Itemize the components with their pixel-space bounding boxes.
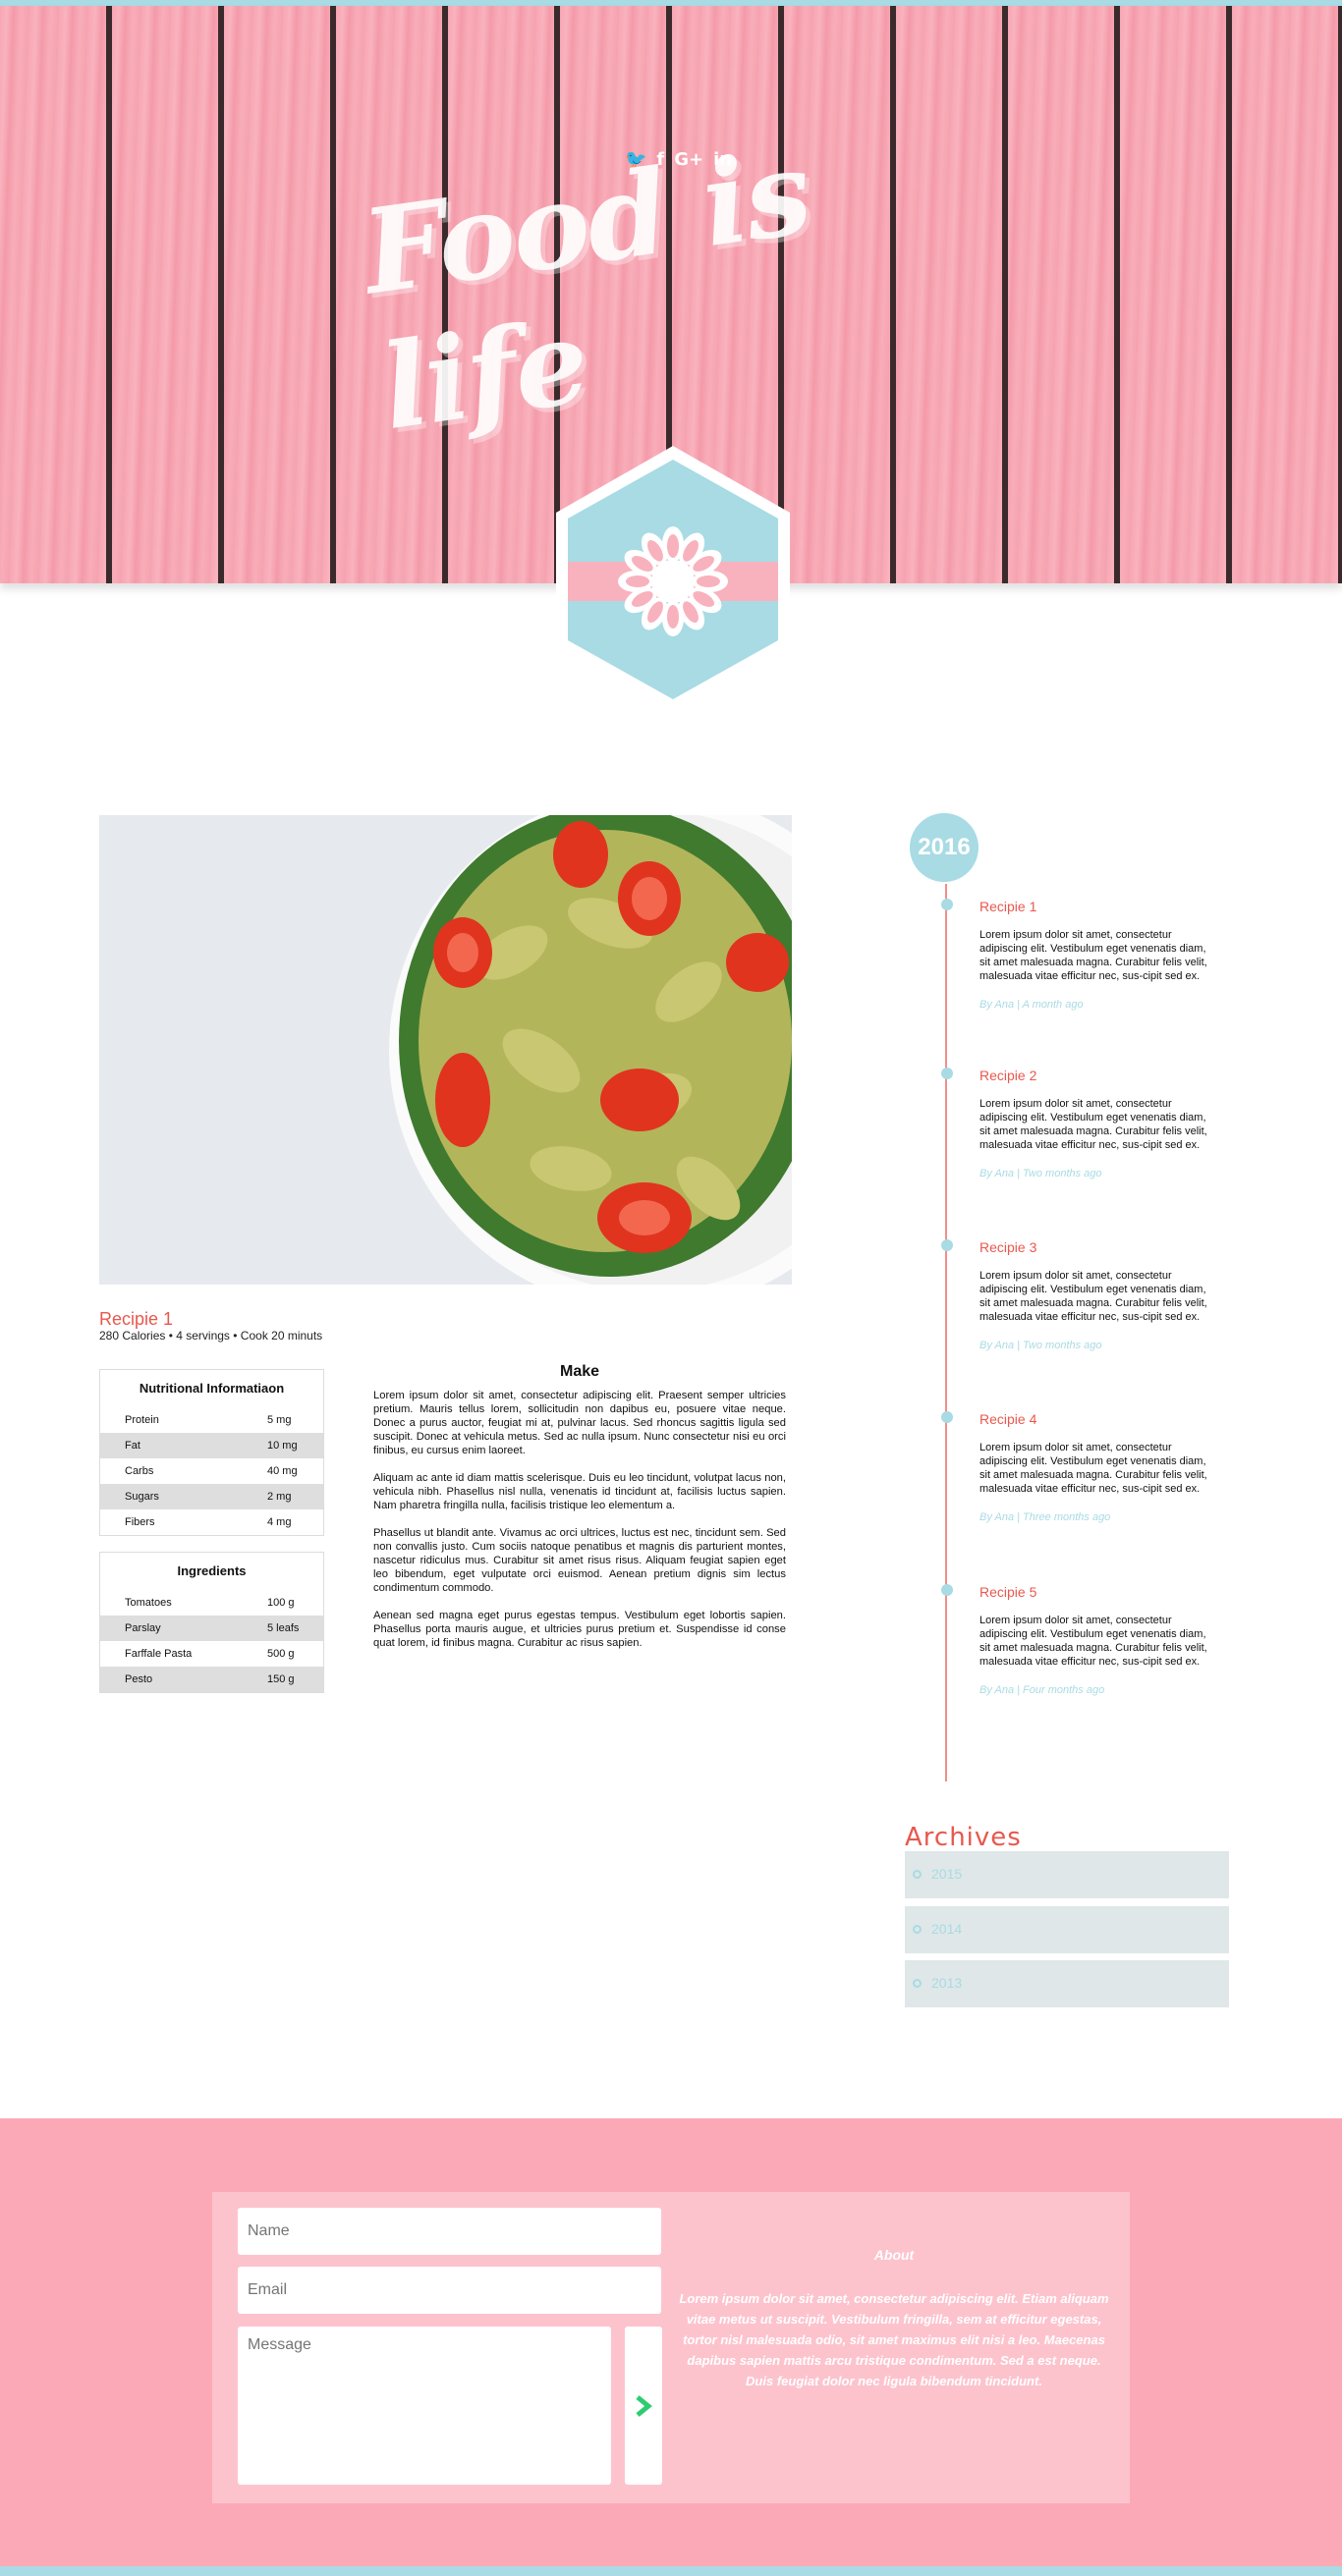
make-paragraph: Aliquam ac ante id diam mattis scelerisq… (373, 1472, 786, 1511)
email-field[interactable] (238, 2267, 661, 2314)
wood-plank (112, 6, 218, 583)
timeline-item-text: Lorem ipsum dolor sit amet, consectetur … (979, 1615, 1207, 1668)
table-row: Fibers 4 mg (100, 1509, 323, 1535)
table-row: Fat 10 mg (100, 1433, 323, 1458)
table-row: Farffale Pasta 500 g (100, 1641, 323, 1667)
archive-item-2013[interactable]: 2013 (905, 1960, 1229, 2007)
timeline-item-title[interactable]: Recipie 4 (979, 1411, 1210, 1427)
bullet-icon (913, 1925, 922, 1934)
nutrient-name: Fibers (125, 1516, 155, 1528)
table-row: Parslay 5 leafs (100, 1616, 323, 1641)
footer-accent-strip (0, 2566, 1342, 2576)
timeline-dot (941, 1239, 953, 1251)
timeline-item-title[interactable]: Recipie 5 (979, 1584, 1210, 1600)
timeline-line (945, 884, 947, 1781)
ingredients-caption: Ingredients (177, 1563, 247, 1578)
nutrient-value: 2 mg (267, 1491, 292, 1503)
make-paragraph: Aenean sed magna eget purus egestas temp… (373, 1610, 786, 1649)
make-paragraph: Lorem ipsum dolor sit amet, consectetur … (373, 1390, 786, 1456)
bullet-icon (913, 1979, 922, 1988)
wood-plank (1120, 6, 1226, 583)
timeline-item-byline: By Ana | Two months ago (979, 1340, 1102, 1351)
timeline-dot (941, 1411, 953, 1423)
ingredient-amount: 5 leafs (267, 1622, 300, 1634)
name-field[interactable] (238, 2208, 661, 2255)
about-text: Lorem ipsum dolor sit amet, consectetur … (679, 2291, 1109, 2388)
ingredient-name: Pesto (125, 1673, 153, 1685)
table-row: Sugars 2 mg (100, 1484, 323, 1509)
ingredient-name: Tomatoes (125, 1597, 172, 1609)
ingredient-name: Farffale Pasta (125, 1648, 193, 1660)
make-heading: Make (559, 1363, 600, 1380)
send-button[interactable] (625, 2327, 662, 2485)
nutrition-caption: Nutritional Informatiaon (139, 1381, 285, 1396)
archive-label: 2013 (931, 1975, 963, 1991)
ingredient-name: Parslay (125, 1622, 161, 1634)
table-row: Protein 5 mg (100, 1407, 323, 1433)
timeline-item-text: Lorem ipsum dolor sit amet, consectetur … (979, 1098, 1207, 1151)
timeline-item: Recipie 4 Lorem ipsum dolor sit amet, co… (941, 1411, 1210, 1523)
chevron-right-icon (636, 2395, 652, 2417)
timeline-item-title[interactable]: Recipie 2 (979, 1068, 1210, 1083)
timeline-year-badge: 2016 (910, 813, 979, 882)
nutrient-name: Carbs (125, 1465, 154, 1477)
site-logo[interactable]: Food is life (355, 123, 963, 456)
about-heading: About (873, 2247, 915, 2263)
make-paragraph: Phasellus ut blandit ante. Vivamus ac or… (373, 1527, 786, 1594)
recipe-photo (99, 815, 792, 1285)
recipe-title[interactable]: Recipie 1 (99, 1309, 173, 1330)
ingredient-amount: 150 g (267, 1673, 295, 1685)
timeline-item-byline: By Ana | Four months ago (979, 1684, 1105, 1696)
ingredients-table: Ingredients Tomatoes 100 g Parslay 5 leafs… (99, 1552, 324, 1693)
nutrient-value: 5 mg (267, 1414, 292, 1426)
nutrition-table: Nutritional Informatiaon Protein 5 mg Fat… (99, 1369, 324, 1536)
recipe-meta: 280 Calories • 4 servings • Cook 20 minu… (99, 1329, 323, 1343)
plank-gap (1338, 6, 1342, 583)
timeline-dot (941, 1068, 953, 1079)
nutrient-name: Protein (125, 1414, 159, 1426)
nutrient-name: Fat (125, 1440, 140, 1452)
message-field[interactable] (238, 2327, 611, 2485)
wood-plank (1232, 6, 1338, 583)
wood-plank (0, 6, 106, 583)
table-row: Tomatoes 100 g (100, 1590, 323, 1616)
archive-label: 2015 (931, 1866, 963, 1882)
flower-badge-icon (556, 446, 790, 713)
timeline-item-byline: By Ana | Three months ago (979, 1511, 1111, 1523)
timeline-item: Recipie 2 Lorem ipsum dolor sit amet, co… (941, 1068, 1210, 1179)
nutrient-value: 4 mg (267, 1516, 292, 1528)
timeline-item-text: Lorem ipsum dolor sit amet, consectetur … (979, 1270, 1207, 1323)
archive-item-2014[interactable]: 2014 (905, 1906, 1229, 1953)
timeline-item: Recipie 3 Lorem ipsum dolor sit amet, co… (941, 1239, 1210, 1351)
archives-heading: Archives (905, 1823, 1022, 1852)
table-row: Carbs 40 mg (100, 1458, 323, 1484)
archive-label: 2014 (931, 1921, 963, 1937)
timeline-dot (941, 1584, 953, 1596)
timeline-dot (941, 899, 953, 910)
table-row: Pesto 150 g (100, 1667, 323, 1692)
nutrient-value: 10 mg (267, 1440, 298, 1452)
timeline-item-text: Lorem ipsum dolor sit amet, consectetur … (979, 929, 1207, 982)
timeline-item-title[interactable]: Recipie 3 (979, 1239, 1210, 1255)
nutrient-value: 40 mg (267, 1465, 298, 1477)
archive-item-2015[interactable]: 2015 (905, 1851, 1229, 1898)
ingredient-amount: 100 g (267, 1597, 295, 1609)
timeline-item-title[interactable]: Recipie 1 (979, 899, 1210, 914)
wood-plank (224, 6, 330, 583)
timeline-item: Recipie 5 Lorem ipsum dolor sit amet, co… (941, 1584, 1210, 1696)
timeline-item-byline: By Ana | Two months ago (979, 1168, 1102, 1179)
make-instructions: Make Lorem ipsum dolor sit amet, consect… (373, 1363, 786, 1664)
bullet-icon (913, 1870, 922, 1879)
timeline-item-text: Lorem ipsum dolor sit amet, consectetur … (979, 1442, 1207, 1495)
wood-plank (1008, 6, 1114, 583)
nutrient-name: Sugars (125, 1491, 159, 1503)
timeline-item-byline: By Ana | A month ago (979, 999, 1084, 1011)
timeline-item: Recipie 1 Lorem ipsum dolor sit amet, co… (941, 899, 1210, 1011)
ingredient-amount: 500 g (267, 1648, 295, 1660)
